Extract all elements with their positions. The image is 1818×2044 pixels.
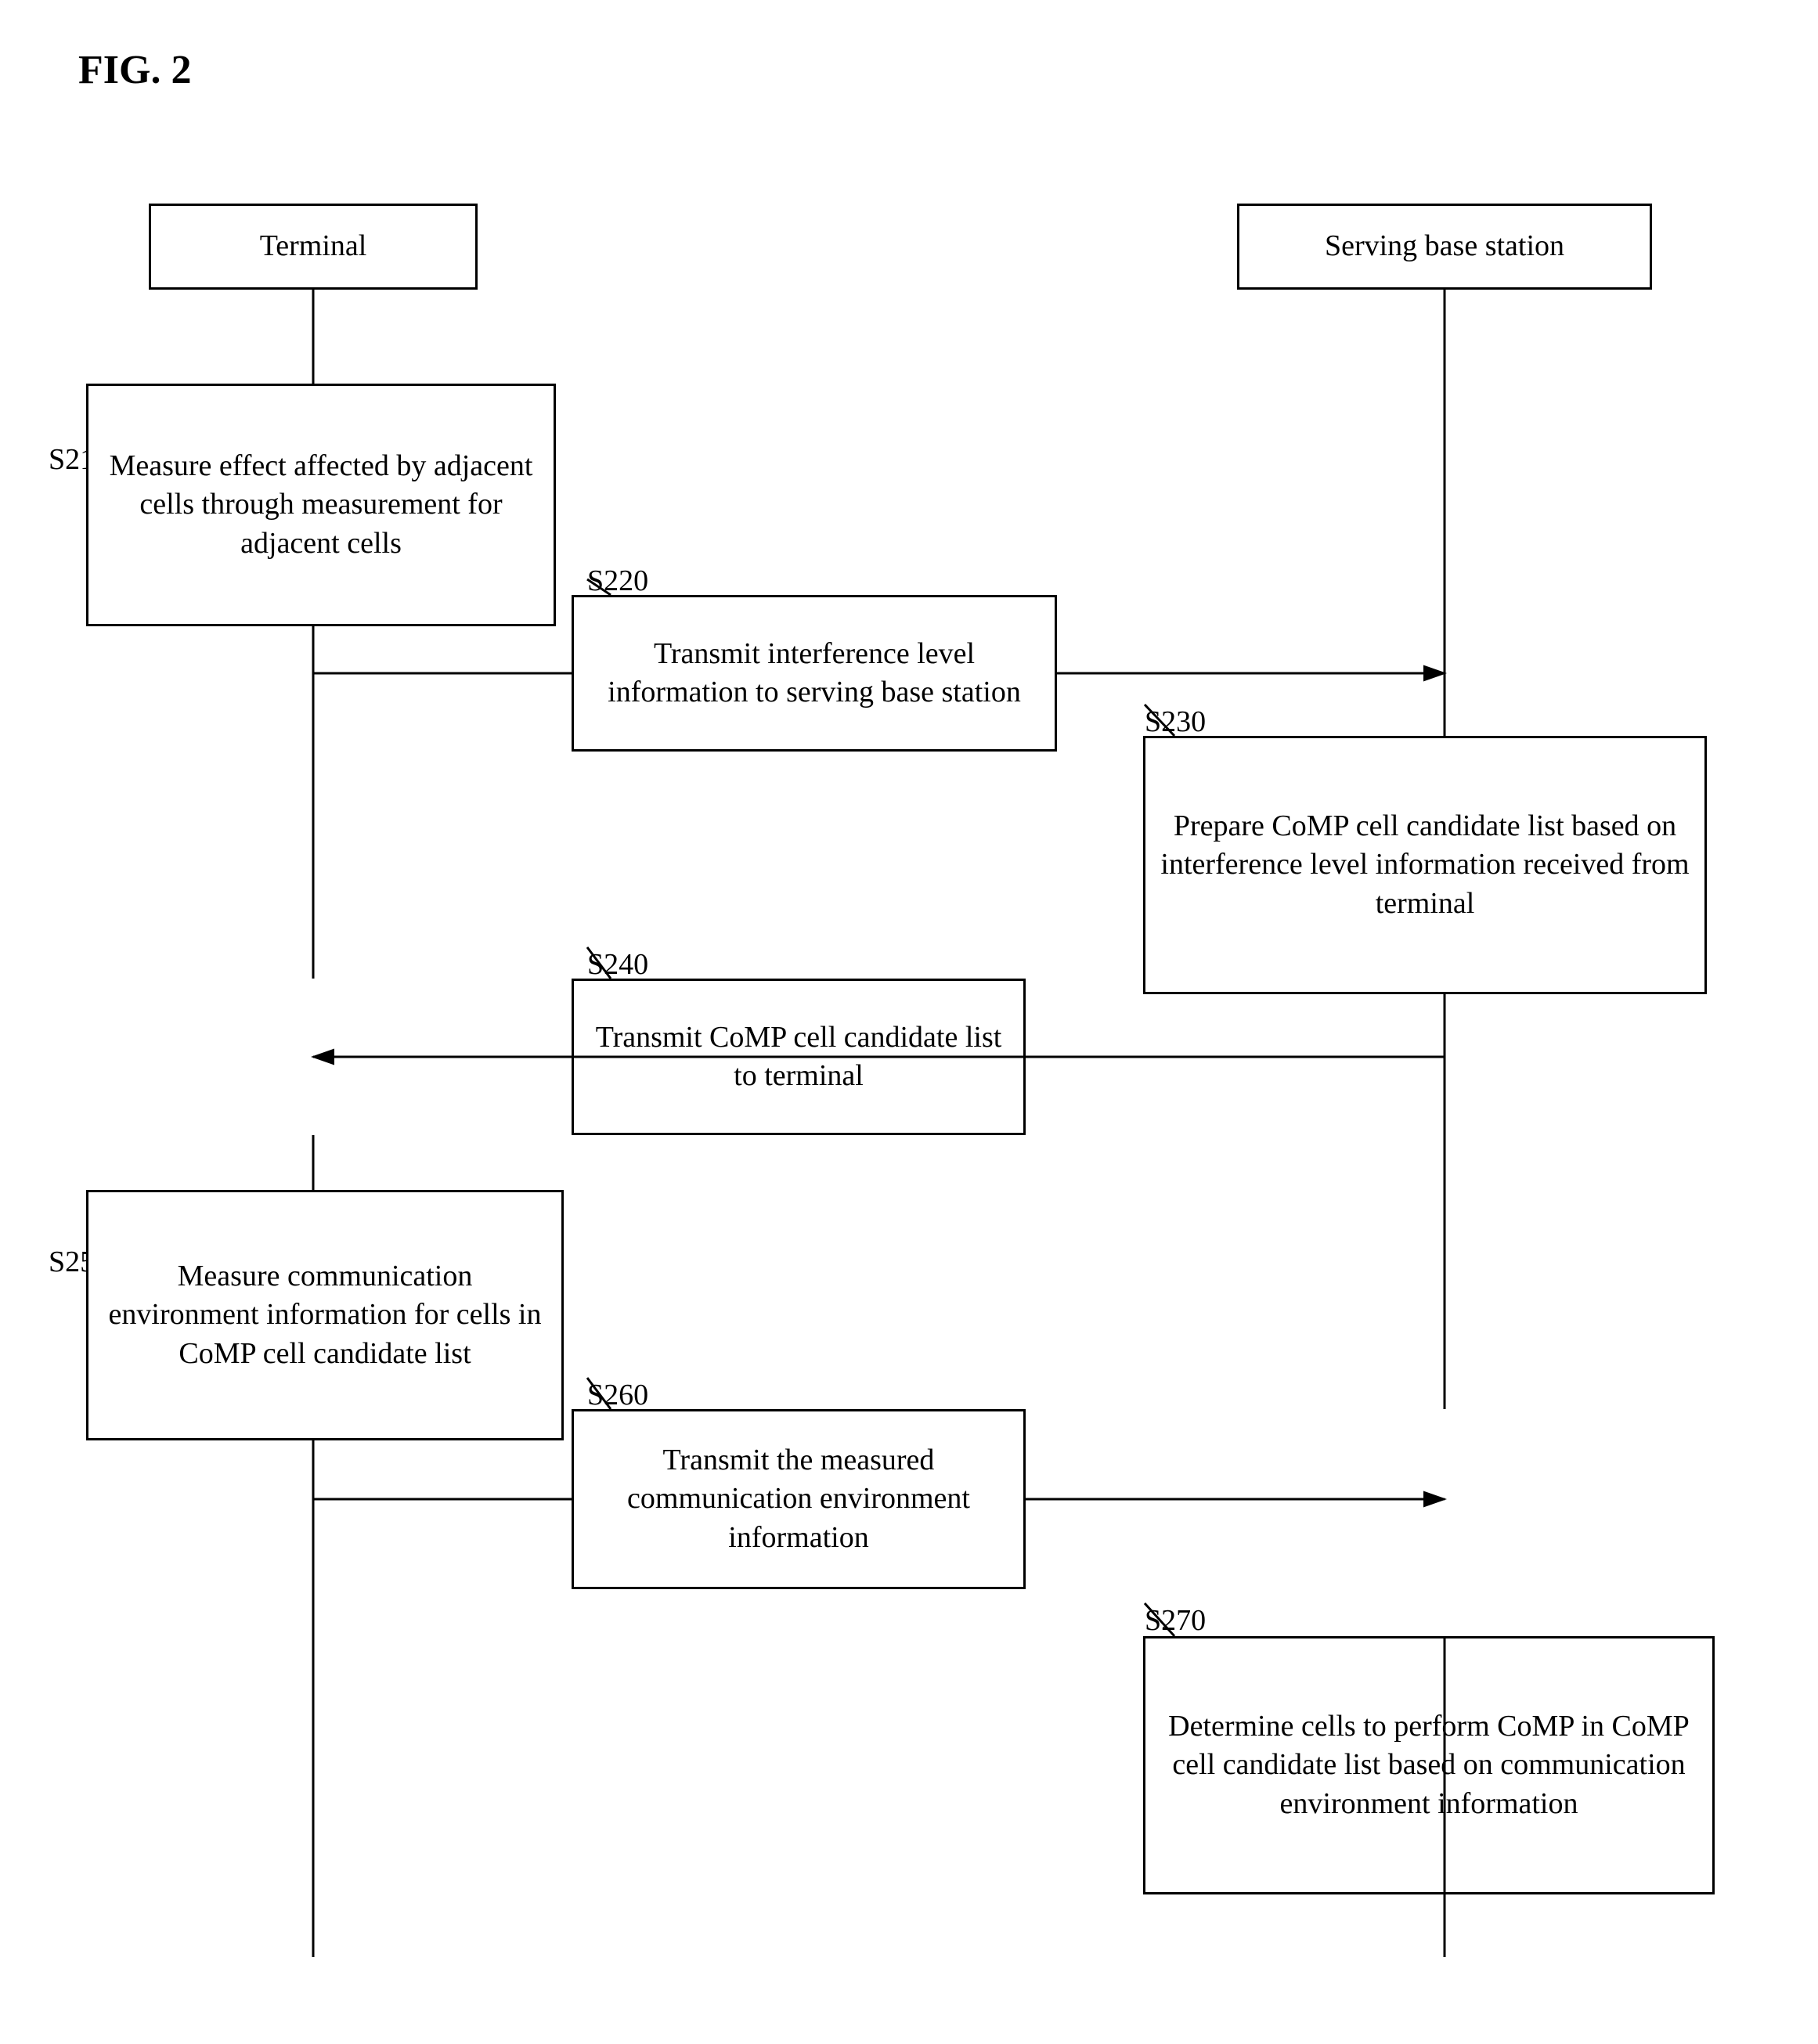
s220-box: Transmit interference level information … [572,595,1057,752]
s260-box: Transmit the measured communication envi… [572,1409,1026,1589]
s220-text: Transmit interference level information … [586,635,1042,712]
figure-label: FIG. 2 [78,47,191,93]
terminal-box: Terminal [149,204,478,290]
terminal-label: Terminal [260,227,367,265]
s270-text: Determine cells to perform CoMP in CoMP … [1158,1707,1700,1823]
s210-text: Measure effect affected by adjacent cell… [101,447,541,563]
s250-text: Measure communication environment inform… [101,1257,549,1373]
s230-label: S230 [1145,705,1206,739]
s260-label: S260 [587,1378,648,1412]
s260-text: Transmit the measured communication envi… [586,1441,1011,1557]
s240-text: Transmit CoMP cell candidate list to ter… [586,1018,1011,1096]
s210-box: Measure effect affected by adjacent cell… [86,384,556,626]
s220-label: S220 [587,564,648,598]
s270-label: S270 [1145,1603,1206,1638]
s240-box: Transmit CoMP cell candidate list to ter… [572,979,1026,1135]
s230-box: Prepare CoMP cell candidate list based o… [1143,736,1707,994]
s250-box: Measure communication environment inform… [86,1190,564,1440]
s230-text: Prepare CoMP cell candidate list based o… [1158,807,1692,923]
serving-base-station-box: Serving base station [1237,204,1652,290]
s270-box: Determine cells to perform CoMP in CoMP … [1143,1636,1715,1894]
serving-base-station-label: Serving base station [1325,227,1564,265]
s240-label: S240 [587,947,648,982]
